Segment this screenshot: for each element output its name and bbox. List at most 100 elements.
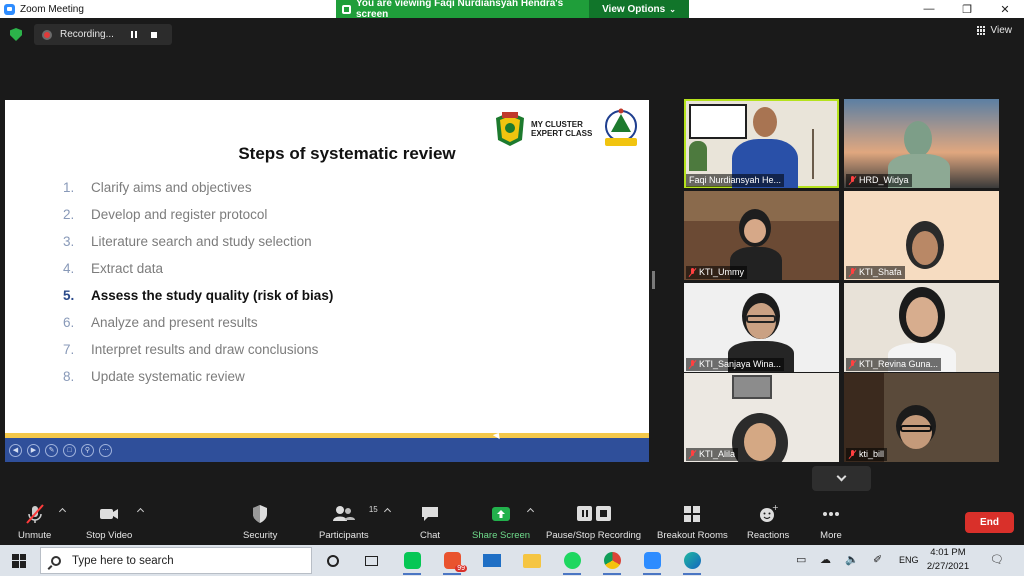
participant-tile[interactable]: KTI_Sanjaya Wina...	[684, 283, 839, 372]
clock-date: 2/27/2021	[926, 561, 970, 572]
chevron-down-icon: ⌄	[669, 4, 676, 14]
clock-time: 4:01 PM	[930, 547, 966, 558]
step-item: 7. Interpret results and draw conclusions	[63, 342, 443, 369]
notifications-icon[interactable]: 🗨	[990, 553, 1004, 566]
zoom-meeting-window: Zoom Meeting You are viewing Faqi Nurdia…	[0, 0, 1024, 576]
participants-button[interactable]: 15 Participants	[319, 503, 378, 541]
mic-off-icon	[849, 450, 856, 459]
stop-video-button[interactable]: Stop Video	[86, 503, 132, 541]
end-meeting-button[interactable]: End	[965, 512, 1014, 533]
viewing-message: You are viewing Faqi Nurdiansyah Hendra'…	[356, 0, 564, 20]
participant-name-tag: Faqi Nurdiansyah He...	[686, 174, 785, 187]
mic-off-icon	[849, 176, 856, 185]
participant-tile[interactable]: kti_bill	[844, 373, 999, 462]
step-item: 6. Analyze and present results	[63, 315, 443, 342]
task-view-icon[interactable]	[359, 549, 383, 572]
person-head	[753, 107, 777, 137]
stop-video-label: Stop Video	[86, 530, 133, 541]
task-view-button[interactable]	[321, 549, 345, 572]
participant-name-tag: KTI_Alila	[686, 448, 739, 461]
zoom-logo-icon	[643, 552, 661, 569]
edge-logo-icon	[683, 552, 701, 569]
more-options-icon[interactable]: ⋯	[99, 443, 112, 457]
participant-name: KTI_Shafa	[859, 267, 902, 277]
participant-tile[interactable]: KTI_Shafa	[844, 191, 999, 280]
participant-name: KTI_Sanjaya Wina...	[699, 359, 782, 369]
windows-taskbar: Type here to search 99	[0, 545, 1024, 576]
chat-app-icon[interactable]: 99	[440, 549, 467, 575]
steps-list: 1. Clarify aims and objectives 2. Develop a…	[63, 180, 443, 396]
pause-stop-recording-button[interactable]: Pause/Stop Recording	[546, 503, 641, 541]
view-button[interactable]: View	[976, 25, 1012, 36]
mail-app-icon[interactable]	[480, 549, 504, 572]
participant-tile[interactable]: KTI_Revina Guna...	[844, 283, 999, 372]
view-options-button[interactable]: View Options ⌄	[589, 0, 689, 18]
previous-slide-icon[interactable]: ◀	[9, 443, 22, 457]
participant-name: HRD_Widya	[859, 175, 909, 185]
more-button[interactable]: More	[820, 503, 842, 541]
splitter-handle[interactable]	[652, 271, 655, 289]
share-screen-button[interactable]: Share Screen	[472, 503, 530, 541]
participant-tile[interactable]: KTI_Ummy	[684, 191, 839, 280]
folder-icon	[523, 553, 541, 568]
pen-icon[interactable]: ✎	[45, 443, 58, 457]
gallery-page-button[interactable]	[812, 466, 871, 491]
gallery-grid-icon	[976, 26, 986, 35]
unmute-label: Unmute	[18, 530, 52, 541]
faculty-banner-icon	[689, 104, 747, 139]
mic-off-icon	[689, 268, 696, 277]
person-face	[744, 423, 776, 461]
file-explorer-icon[interactable]	[520, 549, 544, 572]
stop-recording-button[interactable]	[148, 29, 160, 41]
breakout-rooms-icon	[681, 503, 703, 525]
step-item: 2. Develop and register protocol	[63, 207, 443, 234]
volume-icon[interactable]: 🔈	[845, 553, 859, 566]
unmute-button[interactable]: Unmute	[18, 503, 51, 541]
task-view-glyph	[364, 555, 378, 566]
audio-options-caret[interactable]	[58, 507, 67, 516]
close-button[interactable]: ✕	[986, 0, 1024, 18]
step-number: 7.	[63, 342, 75, 357]
encryption-shield-icon[interactable]	[10, 28, 22, 41]
participant-name-tag: KTI_Ummy	[686, 266, 747, 279]
step-number: 3.	[63, 234, 75, 249]
battery-icon[interactable]: ▭	[796, 553, 806, 566]
security-button[interactable]: Security	[243, 503, 277, 541]
reactions-button[interactable]: + Reactions	[747, 503, 789, 541]
participant-tile[interactable]: KTI_Alila	[684, 373, 839, 462]
more-label: More	[820, 530, 842, 541]
line-app-icon[interactable]	[400, 549, 424, 575]
zoom-icon[interactable]: ⚲	[81, 443, 94, 457]
video-options-caret[interactable]	[136, 507, 145, 516]
breakout-rooms-label: Breakout Rooms	[657, 530, 728, 541]
pause-recording-button[interactable]	[128, 29, 140, 41]
chat-button[interactable]: Chat	[419, 503, 441, 541]
participant-name-tag: KTI_Shafa	[846, 266, 905, 279]
windows-start-icon[interactable]	[12, 553, 26, 568]
chrome-app-icon[interactable]	[600, 549, 624, 575]
lamp-icon	[812, 129, 824, 179]
taskbar-search[interactable]: Type here to search	[40, 547, 312, 574]
participant-name: Faqi Nurdiansyah He...	[689, 175, 782, 185]
participants-options-caret[interactable]	[383, 507, 392, 516]
minimize-button[interactable]: —	[910, 0, 948, 18]
participants-count: 15	[368, 505, 378, 514]
taskbar-clock[interactable]: 4:01 PM 2/27/2021	[918, 546, 978, 574]
next-slide-icon[interactable]: ▶	[27, 443, 40, 457]
spotify-app-icon[interactable]	[560, 549, 584, 575]
mic-off-icon	[849, 360, 856, 369]
maximize-button[interactable]: ❐	[948, 0, 986, 18]
participant-tile[interactable]: Faqi Nurdiansyah He...	[684, 99, 839, 188]
svg-text:+: +	[772, 503, 779, 512]
meeting-toolbar: Unmute Stop Video Security 15 Participan…	[0, 499, 1024, 545]
cloud-icon[interactable]: ☁	[820, 553, 831, 566]
step-number: 4.	[63, 261, 75, 276]
slides-icon[interactable]: □	[63, 443, 76, 457]
participant-tile[interactable]: HRD_Widya	[844, 99, 999, 188]
line-logo-icon	[403, 552, 421, 569]
pen-workspace-icon[interactable]: ✐	[873, 553, 882, 566]
breakout-rooms-button[interactable]: Breakout Rooms	[657, 503, 728, 541]
zoom-app-taskbar-icon[interactable]	[640, 549, 664, 575]
edge-app-icon[interactable]	[680, 549, 704, 575]
language-indicator[interactable]: ENG	[899, 555, 919, 565]
